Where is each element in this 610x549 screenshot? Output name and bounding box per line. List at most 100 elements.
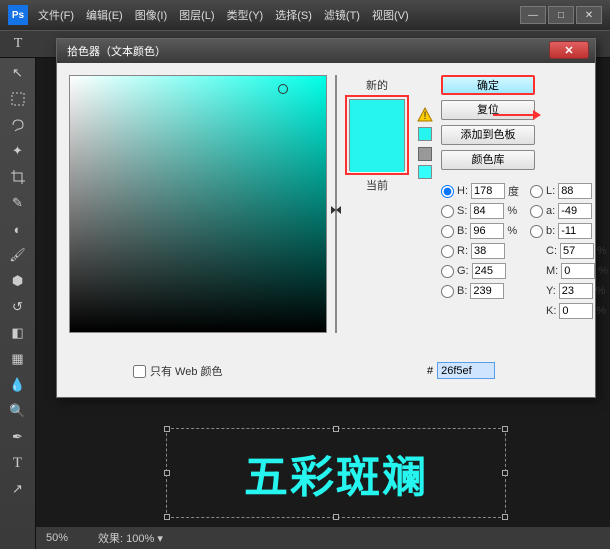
g-radio[interactable] [441, 265, 454, 278]
annotation-highlight [345, 95, 409, 175]
app-logo-icon: Ps [8, 5, 28, 25]
sv-cursor-icon[interactable] [278, 84, 288, 94]
current-color-swatch[interactable] [350, 136, 404, 172]
path-tool-icon[interactable]: ↗ [6, 478, 30, 500]
type-tool-icon[interactable]: T [6, 452, 30, 474]
c-label: C: [546, 245, 557, 257]
text-bounding-box[interactable]: 五彩斑斓 [166, 428, 506, 518]
h-field[interactable] [471, 183, 505, 199]
s-field[interactable] [470, 203, 504, 219]
bl-radio[interactable] [441, 285, 454, 298]
pen-tool-icon[interactable]: ✒ [6, 426, 30, 448]
gamut-warning-icon[interactable]: ! [417, 107, 433, 123]
menu-type[interactable]: 类型(Y) [227, 7, 264, 23]
dialog-close-button[interactable]: ✕ [549, 41, 589, 59]
gamut-swatch[interactable] [418, 127, 432, 141]
blab-field[interactable] [558, 223, 592, 239]
h-unit: 度 [508, 183, 520, 199]
marquee-tool-icon[interactable] [6, 88, 30, 110]
k-unit: % [596, 305, 608, 317]
menu-select[interactable]: 选择(S) [275, 7, 312, 23]
m-field[interactable] [561, 263, 595, 279]
c-field[interactable] [560, 243, 594, 259]
move-tool-icon[interactable]: ↖ [6, 62, 30, 84]
a-field[interactable] [558, 203, 592, 219]
healing-tool-icon[interactable]: ◐ [6, 218, 30, 240]
stamp-tool-icon[interactable]: ⬢ [6, 270, 30, 292]
gradient-tool-icon[interactable]: ▦ [6, 348, 30, 370]
b-label: B: [457, 225, 467, 237]
blab-label: b: [546, 225, 555, 237]
add-swatch-button[interactable]: 添加到色板 [441, 125, 535, 145]
websafe-swatch[interactable] [418, 165, 432, 179]
handle-icon[interactable] [164, 470, 170, 476]
blur-tool-icon[interactable]: 💧 [6, 374, 30, 396]
handle-icon[interactable] [502, 470, 508, 476]
menu-image[interactable]: 图像(I) [135, 7, 167, 23]
menu-filter[interactable]: 滤镜(T) [324, 7, 360, 23]
menu-view[interactable]: 视图(V) [372, 7, 409, 23]
h-radio[interactable] [441, 185, 454, 198]
fx-label: 效果: [98, 533, 123, 545]
c-unit: % [597, 245, 609, 257]
a-label: a: [546, 205, 555, 217]
handle-icon[interactable] [164, 426, 170, 432]
eraser-tool-icon[interactable]: ◧ [6, 322, 30, 344]
dodge-tool-icon[interactable]: 🔍 [6, 400, 30, 422]
hue-slider[interactable] [335, 75, 337, 333]
ok-button[interactable]: 确定 [441, 75, 535, 95]
s-unit: % [507, 205, 519, 217]
s-radio[interactable] [441, 205, 454, 218]
g-field[interactable] [472, 263, 506, 279]
minimize-button[interactable]: — [520, 6, 546, 24]
canvas-text[interactable]: 五彩斑斓 [244, 441, 428, 505]
menu-file[interactable]: 文件(F) [38, 7, 74, 23]
brush-tool-icon[interactable]: 🖌 [6, 244, 30, 266]
dialog-titlebar[interactable]: 拾色器（文本颜色） ✕ [57, 39, 595, 63]
history-brush-icon[interactable]: ↺ [6, 296, 30, 318]
tools-panel: ↖ ✦ ✎ ◐ 🖌 ⬢ ↺ ◧ ▦ 💧 🔍 ✒ T ↗ [0, 58, 36, 549]
menu-edit[interactable]: 编辑(E) [86, 7, 123, 23]
zoom-level[interactable]: 50% [46, 532, 68, 544]
r-field[interactable] [471, 243, 505, 259]
handle-icon[interactable] [333, 426, 339, 432]
b-field[interactable] [470, 223, 504, 239]
handle-icon[interactable] [502, 514, 508, 520]
window-buttons: — □ ✕ [520, 6, 602, 24]
l-field[interactable] [558, 183, 592, 199]
web-only-label: 只有 Web 颜色 [150, 363, 223, 379]
maximize-button[interactable]: □ [548, 6, 574, 24]
handle-icon[interactable] [502, 426, 508, 432]
wand-tool-icon[interactable]: ✦ [6, 140, 30, 162]
handle-icon[interactable] [164, 514, 170, 520]
k-field[interactable] [559, 303, 593, 319]
websafe-warning-icon[interactable] [418, 147, 432, 161]
eyedropper-tool-icon[interactable]: ✎ [6, 192, 30, 214]
close-button[interactable]: ✕ [576, 6, 602, 24]
hue-pointer-icon[interactable] [336, 206, 341, 214]
r-radio[interactable] [441, 245, 454, 258]
b-unit: % [507, 225, 519, 237]
saturation-value-picker[interactable] [69, 75, 327, 333]
bl-field[interactable] [470, 283, 504, 299]
fx-value[interactable]: 100% [126, 533, 154, 545]
handle-icon[interactable] [333, 514, 339, 520]
m-unit: % [598, 265, 610, 277]
menu-layer[interactable]: 图层(L) [179, 7, 214, 23]
cancel-button[interactable]: 复位 [441, 100, 535, 120]
text-tool-icon: T [10, 36, 26, 52]
web-only-checkbox-row: 只有 Web 颜色 [133, 363, 223, 379]
lasso-tool-icon[interactable] [6, 114, 30, 136]
blab-radio[interactable] [530, 225, 543, 238]
s-label: S: [457, 205, 467, 217]
a-radio[interactable] [530, 205, 543, 218]
l-radio[interactable] [530, 185, 543, 198]
hex-field[interactable] [437, 362, 495, 379]
color-picker-dialog: 拾色器（文本颜色） ✕ 新的 当前 ! [56, 38, 596, 398]
web-only-checkbox[interactable] [133, 365, 146, 378]
color-libraries-button[interactable]: 颜色库 [441, 150, 535, 170]
bl-label: B: [457, 285, 467, 297]
crop-tool-icon[interactable] [6, 166, 30, 188]
b-radio[interactable] [441, 225, 454, 238]
y-field[interactable] [559, 283, 593, 299]
